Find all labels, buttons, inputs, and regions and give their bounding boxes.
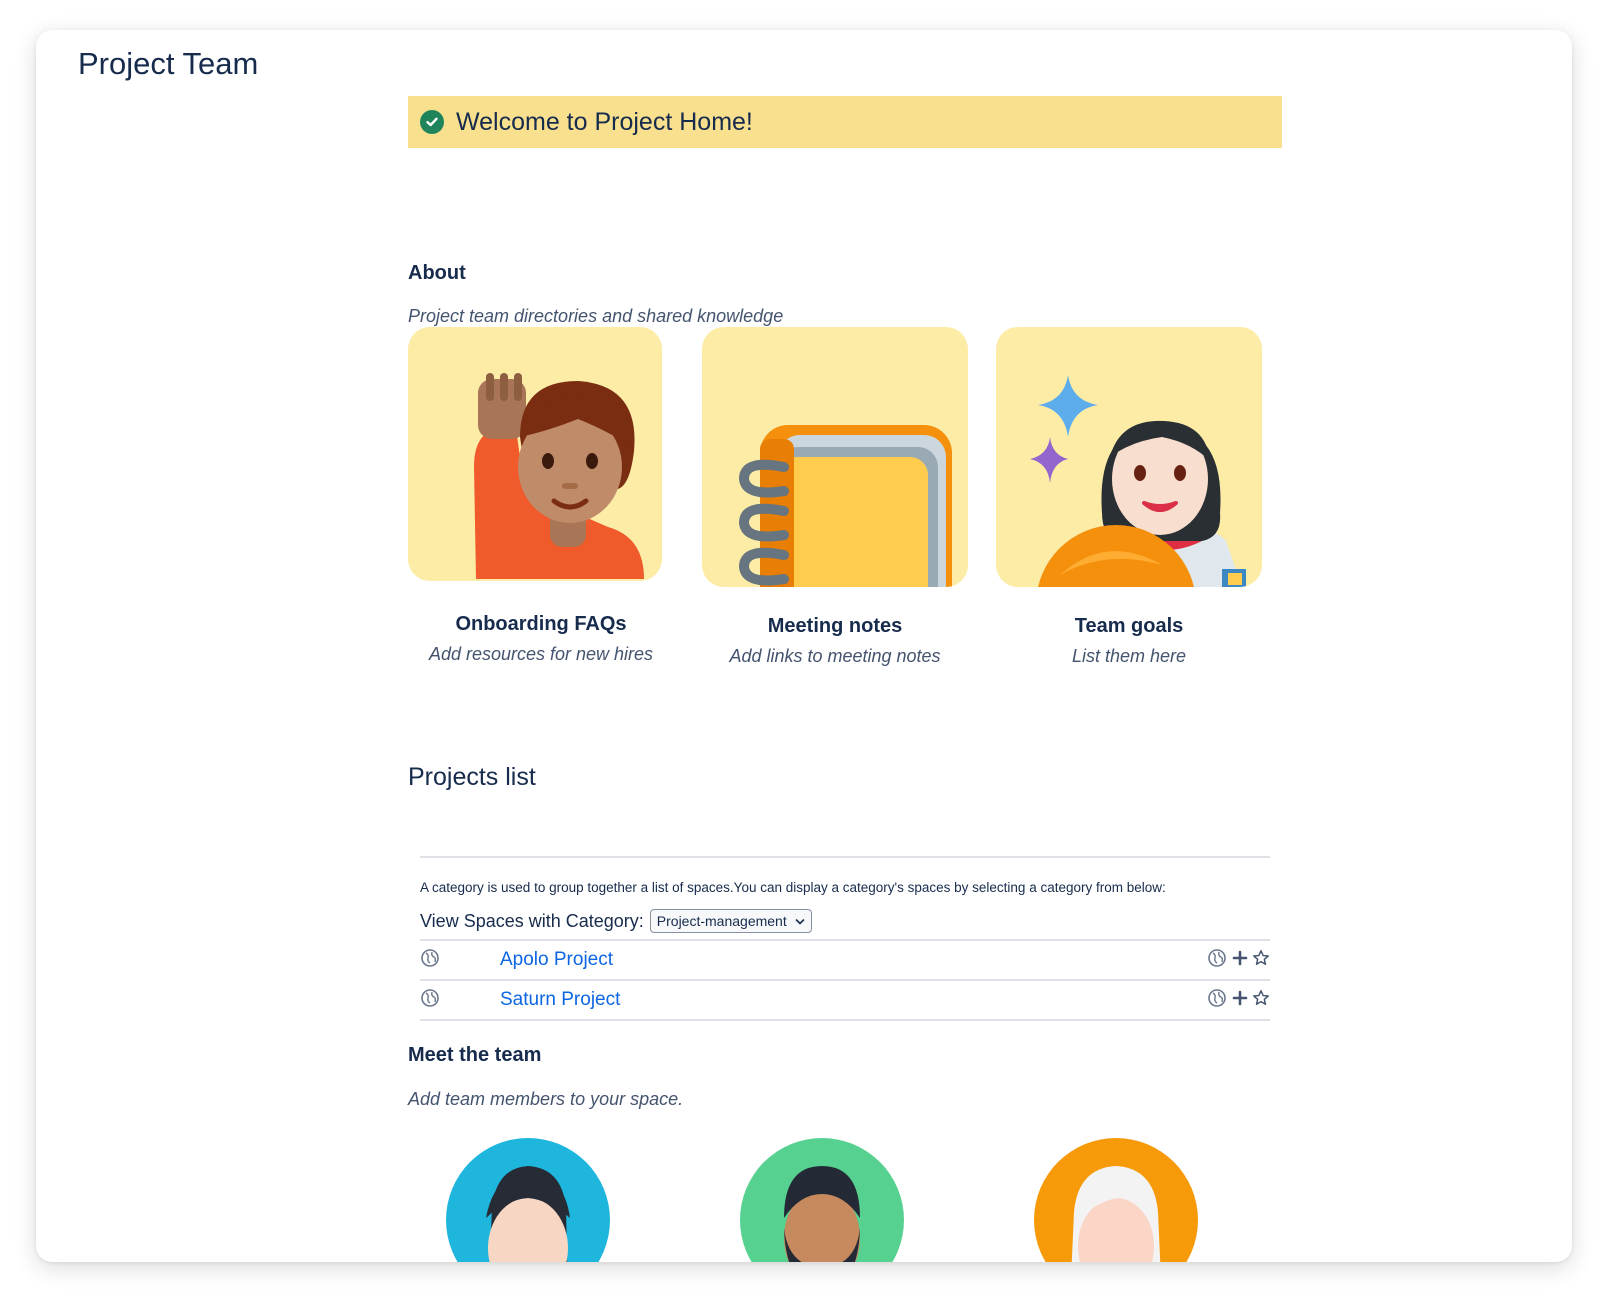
space-globe-icon [1207,948,1227,973]
star-icon[interactable] [1252,949,1270,972]
add-icon[interactable] [1232,950,1248,971]
notebook-illustration [702,327,968,587]
check-circle-icon [420,110,444,134]
welcome-panel: Welcome to Project Home! [408,96,1282,148]
team-avatar [1034,1138,1198,1262]
card-title: Team goals [1074,615,1184,637]
category-description: A category is used to group together a l… [420,880,1166,895]
astronaut-illustration [996,327,1262,587]
space-globe-icon [1207,988,1227,1013]
category-select-value: Project-management [656,913,787,929]
add-icon[interactable] [1232,990,1248,1011]
spaces-table: Apolo Project Saturn Project [420,939,1270,1021]
category-filter: View Spaces with Category: Project-manag… [420,909,1270,933]
projects-heading: Projects list [408,763,536,791]
space-link-apolo-project[interactable]: Apolo Project [500,949,613,970]
space-link-saturn-project[interactable]: Saturn Project [500,989,620,1010]
about-description: Project team directories and shared know… [408,306,784,326]
about-heading: About [408,262,466,284]
card-onboarding-faqs[interactable]: Onboarding FAQs Add resources for new hi… [396,327,686,665]
spaces-list-macro: A category is used to group together a l… [420,856,1270,1021]
card-subtitle: Add resources for new hires [428,644,654,664]
table-row: Apolo Project [420,940,1270,981]
chevron-down-icon [795,913,805,929]
divider [420,856,1270,858]
page-content: Welcome to Project Home! About Project t… [408,30,1282,1262]
space-globe-icon [420,988,440,1012]
welcome-text: Welcome to Project Home! [456,107,753,136]
card-meeting-notes[interactable]: Meeting notes Add links to meeting notes [702,327,968,667]
team-avatar [740,1138,904,1262]
team-heading: Meet the team [408,1044,542,1066]
card-team-goals[interactable]: Team goals List them here [996,327,1262,667]
category-filter-label: View Spaces with Category: [420,910,644,931]
page-window: Project Team Welcome to Project Home! Ab… [36,30,1572,1262]
space-globe-icon [420,948,440,972]
team-avatar [446,1138,610,1262]
card-subtitle: List them here [1071,646,1187,666]
star-icon[interactable] [1252,989,1270,1012]
table-row: Saturn Project [420,980,1270,1021]
card-title: Meeting notes [767,615,903,637]
space-title[interactable]: Project Team [78,46,258,82]
card-subtitle: Add links to meeting notes [729,646,941,666]
category-select[interactable]: Project-management [649,909,812,933]
card-title: Onboarding FAQs [455,613,627,635]
team-description: Add team members to your space. [408,1089,684,1109]
person-raising-hand-illustration [408,327,662,581]
